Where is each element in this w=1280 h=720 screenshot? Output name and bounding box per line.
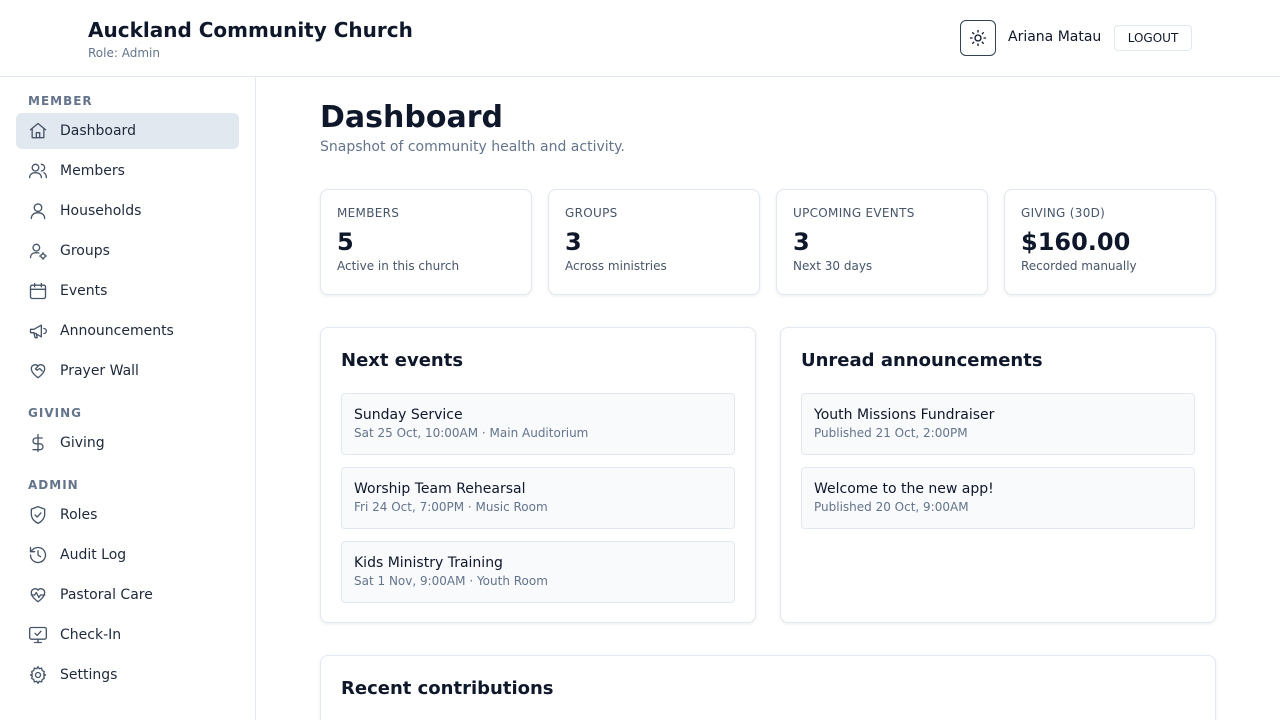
sidebar-item-members[interactable]: Members <box>16 153 239 189</box>
sidebar-item-groups[interactable]: Groups <box>16 233 239 269</box>
event-title: Sunday Service <box>354 407 463 423</box>
user-role: Role: Admin <box>88 46 160 60</box>
sidebar-section-giving: GIVING <box>28 406 82 420</box>
next-events-panel: Next events Sunday Service Sat 25 Oct, 1… <box>320 327 756 623</box>
announcements-panel: Unread announcements Youth Missions Fund… <box>780 327 1216 623</box>
sidebar-item-settings[interactable]: Settings <box>16 657 239 693</box>
event-item[interactable]: Kids Ministry Training Sat 1 Nov, 9:00AM… <box>341 541 735 603</box>
user-cog-icon <box>28 241 48 261</box>
stat-caption: Across ministries <box>565 259 667 273</box>
stat-caption: Recorded manually <box>1021 259 1137 273</box>
announcement-title: Welcome to the new app! <box>814 481 994 497</box>
church-name: Auckland Community Church <box>88 18 413 42</box>
sidebar-item-label: Giving <box>60 435 105 451</box>
event-details: Sat 1 Nov, 9:00AM · Youth Room <box>354 574 548 588</box>
stat-label: GROUPS <box>565 206 618 220</box>
stat-card-groups: GROUPS 3 Across ministries <box>548 189 760 295</box>
page-title: Dashboard <box>320 100 503 135</box>
stat-label: UPCOMING EVENTS <box>793 206 915 220</box>
sidebar-section-admin: ADMIN <box>28 478 79 492</box>
announcement-date: Published 21 Oct, 2:00PM <box>814 426 968 440</box>
sidebar-item-pastoral-care[interactable]: Pastoral Care <box>16 577 239 613</box>
stat-value: 3 <box>565 228 582 256</box>
stat-value: $160.00 <box>1021 228 1131 256</box>
event-details: Sat 25 Oct, 10:00AM · Main Auditorium <box>354 426 589 440</box>
users-icon <box>28 161 48 181</box>
stat-card-upcoming-events: UPCOMING EVENTS 3 Next 30 days <box>776 189 988 295</box>
panel-title: Recent contributions <box>341 678 554 699</box>
recent-contributions-panel: Recent contributions <box>320 655 1216 720</box>
sidebar-item-check-in[interactable]: Check-In <box>16 617 239 653</box>
sidebar-item-households[interactable]: Households <box>16 193 239 229</box>
home-icon <box>28 121 48 141</box>
sidebar-item-label: Events <box>60 283 108 299</box>
brand: Auckland Community Church Role: Admin <box>88 18 413 60</box>
sidebar-item-prayer-wall[interactable]: Prayer Wall <box>16 353 239 389</box>
sidebar-item-label: Audit Log <box>60 547 127 563</box>
sidebar-item-roles[interactable]: Roles <box>16 497 239 533</box>
event-title: Kids Ministry Training <box>354 555 503 571</box>
heart-handshake-icon <box>28 361 48 381</box>
gear-icon <box>28 665 48 685</box>
megaphone-icon <box>28 321 48 341</box>
sidebar-item-label: Dashboard <box>60 123 136 139</box>
event-details: Fri 24 Oct, 7:00PM · Music Room <box>354 500 548 514</box>
sidebar-item-label: Households <box>60 203 142 219</box>
panel-title: Next events <box>341 350 464 371</box>
sidebar-item-label: Pastoral Care <box>60 587 153 603</box>
history-icon <box>28 545 48 565</box>
user-icon <box>28 201 48 221</box>
announcement-item[interactable]: Welcome to the new app! Published 20 Oct… <box>801 467 1195 529</box>
sidebar-item-label: Members <box>60 163 125 179</box>
sun-icon <box>969 29 987 47</box>
logout-button[interactable]: LOGOUT <box>1114 25 1192 51</box>
sidebar: MEMBER Dashboard Members Households Grou… <box>0 77 256 720</box>
top-header: Auckland Community Church Role: Admin Ar… <box>0 0 1280 77</box>
stat-caption: Next 30 days <box>793 259 873 273</box>
announcement-item[interactable]: Youth Missions Fundraiser Published 21 O… <box>801 393 1195 455</box>
event-title: Worship Team Rehearsal <box>354 481 526 497</box>
event-item[interactable]: Sunday Service Sat 25 Oct, 10:00AM · Mai… <box>341 393 735 455</box>
stat-value: 3 <box>793 228 810 256</box>
sidebar-item-giving[interactable]: Giving <box>16 425 239 461</box>
sidebar-item-events[interactable]: Events <box>16 273 239 309</box>
sidebar-item-label: Settings <box>60 667 118 683</box>
announcement-title: Youth Missions Fundraiser <box>814 407 995 423</box>
calendar-icon <box>28 281 48 301</box>
event-item[interactable]: Worship Team Rehearsal Fri 24 Oct, 7:00P… <box>341 467 735 529</box>
sidebar-item-label: Prayer Wall <box>60 363 139 379</box>
sidebar-item-label: Check-In <box>60 627 122 643</box>
sidebar-item-announcements[interactable]: Announcements <box>16 313 239 349</box>
dollar-icon <box>28 433 48 453</box>
stat-card-giving: GIVING (30D) $160.00 Recorded manually <box>1004 189 1216 295</box>
sidebar-item-audit-log[interactable]: Audit Log <box>16 537 239 573</box>
theme-toggle-button[interactable] <box>960 20 996 56</box>
sidebar-section-member: MEMBER <box>28 94 93 108</box>
panel-title: Unread announcements <box>801 350 1043 371</box>
stat-label: MEMBERS <box>337 206 400 220</box>
sidebar-item-label: Roles <box>60 507 98 523</box>
sidebar-item-dashboard[interactable]: Dashboard <box>16 113 239 149</box>
sidebar-item-label: Groups <box>60 243 110 259</box>
stat-label: GIVING (30D) <box>1021 206 1106 220</box>
stat-caption: Active in this church <box>337 259 460 273</box>
shield-icon <box>28 505 48 525</box>
stat-value: 5 <box>337 228 354 256</box>
page-subtitle: Snapshot of community health and activit… <box>320 139 625 155</box>
monitor-check-icon <box>28 625 48 645</box>
heart-pulse-icon <box>28 585 48 605</box>
announcement-date: Published 20 Oct, 9:00AM <box>814 500 969 514</box>
stat-card-members: MEMBERS 5 Active in this church <box>320 189 532 295</box>
sidebar-item-label: Announcements <box>60 323 174 339</box>
user-name: Ariana Matau <box>1008 29 1102 45</box>
